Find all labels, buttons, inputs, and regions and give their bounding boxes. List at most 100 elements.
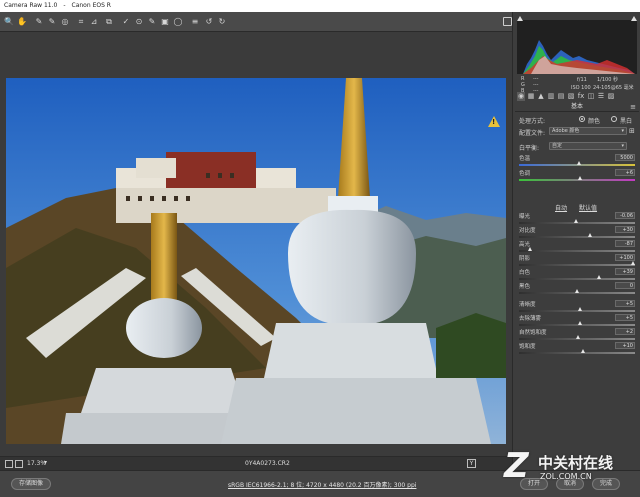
slider-contrast[interactable]: 对比度 +30 <box>519 226 637 241</box>
hand-icon[interactable]: ✋ <box>17 16 27 27</box>
slider-value-input[interactable]: 0 <box>615 282 635 289</box>
graduated-filter-icon[interactable]: ▣ <box>160 16 170 27</box>
default-link[interactable]: 默认值 <box>579 203 597 212</box>
treatment-color-radio[interactable] <box>579 116 585 122</box>
slider-vibrance[interactable]: 自然饱和度 +2 <box>519 328 637 343</box>
watermark-url: ZOL.COM.CN <box>540 472 592 481</box>
spot-removal-icon[interactable]: ✓ <box>121 16 131 27</box>
file-name: 0Y4A0273.CR2 <box>245 460 290 467</box>
auto-link[interactable]: 自动 <box>555 203 567 212</box>
fullscreen-icon[interactable] <box>503 17 512 26</box>
slider-thumb[interactable] <box>580 349 585 353</box>
panel-tabs: ◉ ▦ ▲ ▥ ▤ ▧ fx ◫ ☰ ▨ <box>515 92 639 102</box>
white-balance-row: 白平衡: 自定 ▾ <box>519 142 637 152</box>
radial-filter-icon[interactable]: ◯ <box>173 16 183 27</box>
slider-value-input[interactable]: +10 <box>615 342 635 349</box>
crop-icon[interactable]: ⌗ <box>76 16 86 27</box>
slider-track[interactable] <box>519 324 635 326</box>
red-eye-icon[interactable]: ⊙ <box>134 16 144 27</box>
shadow-clipping-icon[interactable] <box>517 16 523 21</box>
slider-thumb[interactable] <box>575 289 579 293</box>
slider-whites[interactable]: 白色 +39 <box>519 268 637 283</box>
slider-dehaze[interactable]: 去除薄雾 +5 <box>519 314 637 329</box>
slider-thumb[interactable] <box>573 219 578 223</box>
slider-track[interactable] <box>519 250 635 252</box>
profile-select[interactable]: Adobe 颜色 ▾ <box>549 127 627 135</box>
zoom-icon[interactable]: 🔍 <box>4 16 14 27</box>
slider-highlights[interactable]: 高光 -87 <box>519 240 637 255</box>
target-adjust-icon[interactable]: ◎ <box>60 16 70 27</box>
slider-value-input[interactable]: +2 <box>615 328 635 335</box>
highlight-clipping-icon[interactable] <box>631 16 637 21</box>
slider-thumb[interactable] <box>597 275 602 279</box>
tab-snapshots-icon[interactable]: ▨ <box>607 92 615 101</box>
slider-label: 自然饱和度 <box>519 330 547 336</box>
slider-value-input[interactable]: -87 <box>615 240 635 247</box>
watermark-text: 中关村在线 <box>538 454 614 472</box>
slider-value-input[interactable]: +5 <box>615 314 635 321</box>
slider-thumb[interactable] <box>578 176 583 180</box>
rotate-right-icon[interactable]: ↻ <box>217 16 227 27</box>
transform-icon[interactable]: ⧉ <box>104 16 114 27</box>
slider-track[interactable] <box>519 264 635 266</box>
panel-menu-icon[interactable]: ≡ <box>630 102 636 112</box>
brush-icon[interactable]: ✎ <box>147 16 157 27</box>
slider-label: 曝光 <box>519 214 531 220</box>
slider-thumb[interactable] <box>577 161 582 165</box>
slider-track[interactable] <box>519 310 635 312</box>
watermark: Z 中关村在线 ZOL.COM.CN <box>504 448 636 490</box>
tab-presets-icon[interactable]: ☰ <box>597 92 605 101</box>
tab-basic-icon[interactable]: ◉ <box>517 92 525 101</box>
slider-value-input[interactable]: +30 <box>615 226 635 233</box>
image-preview-area[interactable]: ! <box>0 32 512 456</box>
before-after-button[interactable]: Y <box>467 459 476 468</box>
slider-thumb[interactable] <box>527 247 532 251</box>
slider-thumb[interactable] <box>578 321 583 325</box>
rotate-left-icon[interactable]: ↺ <box>204 16 214 27</box>
camera-title: Canon EOS R <box>71 2 111 9</box>
treatment-bw-radio[interactable] <box>611 116 617 122</box>
slider-tint[interactable]: 色调 +6 <box>519 169 637 184</box>
slider-track[interactable] <box>519 352 635 354</box>
slider-blacks[interactable]: 黑色 0 <box>519 282 637 297</box>
tab-lens-icon[interactable]: ▧ <box>567 92 575 101</box>
tab-split-toning-icon[interactable]: ▤ <box>557 92 565 101</box>
tab-hsl-icon[interactable]: ▥ <box>547 92 555 101</box>
slider-thumb[interactable] <box>631 261 635 265</box>
slider-track[interactable] <box>519 278 635 280</box>
slider-track[interactable] <box>519 236 635 238</box>
white-balance-icon[interactable]: ✎ <box>34 16 44 27</box>
slider-shadows[interactable]: 阴影 +100 <box>519 254 637 269</box>
chevron-down-icon[interactable]: ▾ <box>44 459 47 466</box>
slider-value-input[interactable]: 5000 <box>615 154 635 161</box>
slider-value-input[interactable]: +6 <box>615 169 635 176</box>
tab-tone-curve-icon[interactable]: ▦ <box>527 92 535 101</box>
highlight-clipping-warning-icon[interactable]: ! <box>488 116 500 127</box>
slider-value-input[interactable]: +5 <box>615 300 635 307</box>
zoom-in-button[interactable] <box>15 460 23 468</box>
tab-calibration-icon[interactable]: ◫ <box>587 92 595 101</box>
app-title: Camera Raw 11.0 <box>4 2 58 9</box>
slider-thumb[interactable] <box>578 307 583 311</box>
straighten-icon[interactable]: ⊿ <box>89 16 99 27</box>
preferences-icon[interactable]: ≡ <box>190 16 200 27</box>
tab-detail-icon[interactable]: ▲ <box>537 92 545 101</box>
color-sampler-icon[interactable]: ✎ <box>47 16 57 27</box>
workflow-options-link[interactable]: sRGB IEC61966-2.1; 8 位; 4720 x 4480 (20.… <box>228 480 416 489</box>
white-balance-select[interactable]: 自定 ▾ <box>549 142 627 150</box>
slider-exposure[interactable]: 曝光 -0.06 <box>519 212 637 227</box>
zoom-out-button[interactable] <box>5 460 13 468</box>
slider-clarity[interactable]: 清晰度 +5 <box>519 300 637 315</box>
slider-value-input[interactable]: +100 <box>615 254 635 261</box>
save-image-button[interactable]: 存储图像 <box>11 478 51 490</box>
slider-temperature[interactable]: 色温 5000 <box>519 154 637 169</box>
tab-effects-icon[interactable]: fx <box>577 92 585 101</box>
slider-thumb[interactable] <box>576 335 581 339</box>
slider-saturation[interactable]: 饱和度 +10 <box>519 342 637 357</box>
slider-value-input[interactable]: +39 <box>615 268 635 275</box>
treatment-label: 处理方式: <box>519 118 546 125</box>
slider-thumb[interactable] <box>588 233 593 237</box>
slider-track[interactable] <box>519 179 635 181</box>
profile-browser-icon[interactable]: ⊞ <box>629 127 637 135</box>
slider-value-input[interactable]: -0.06 <box>615 212 635 219</box>
